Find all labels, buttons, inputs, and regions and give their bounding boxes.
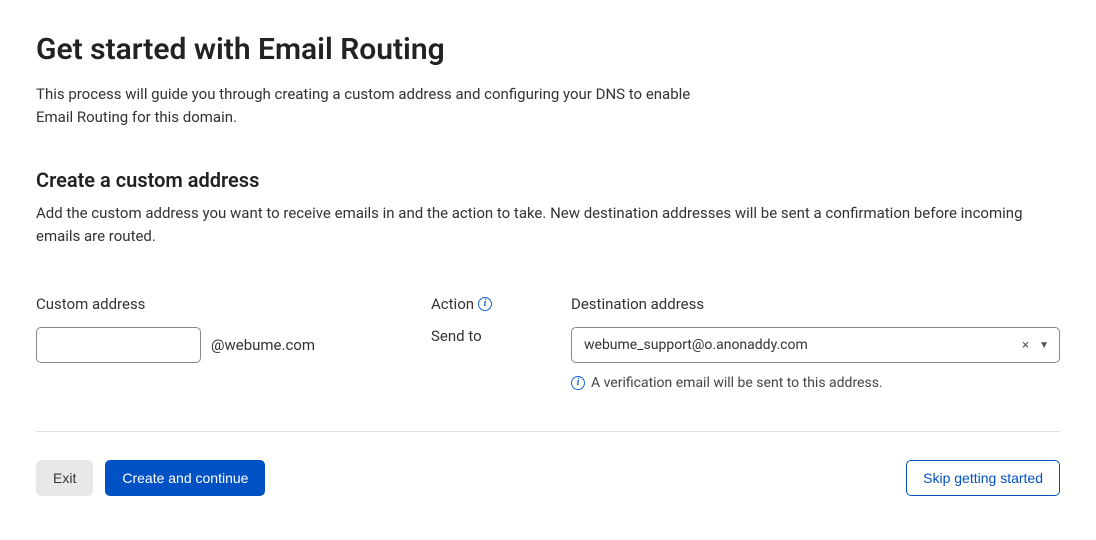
form-row: Custom address @webume.com Action i Send… — [36, 295, 1060, 391]
verification-note: i A verification email will be sent to t… — [571, 375, 1060, 391]
skip-button[interactable]: Skip getting started — [906, 460, 1060, 496]
action-value: Send to — [431, 327, 571, 345]
destination-value: webume_support@o.anonaddy.com — [584, 337, 808, 353]
custom-input-row: @webume.com — [36, 327, 431, 363]
exit-button[interactable]: Exit — [36, 460, 93, 496]
custom-address-label: Custom address — [36, 295, 431, 313]
page-description: This process will guide you through crea… — [36, 83, 696, 128]
domain-suffix: @webume.com — [211, 336, 315, 354]
info-icon[interactable]: i — [478, 297, 492, 311]
info-icon: i — [571, 376, 585, 390]
custom-address-column: Custom address @webume.com — [36, 295, 431, 391]
section-title: Create a custom address — [36, 168, 1060, 192]
verification-note-text: A verification email will be sent to thi… — [591, 375, 883, 391]
action-label-text: Action — [431, 295, 474, 313]
footer-left: Exit Create and continue — [36, 460, 265, 496]
footer: Exit Create and continue Skip getting st… — [36, 460, 1060, 496]
page-title: Get started with Email Routing — [36, 32, 1060, 67]
clear-icon[interactable]: × — [1022, 338, 1029, 353]
destination-select[interactable]: webume_support@o.anonaddy.com × ▼ — [571, 327, 1060, 363]
destination-column: Destination address webume_support@o.ano… — [571, 295, 1060, 391]
destination-controls: × ▼ — [1022, 338, 1049, 353]
custom-address-input[interactable] — [36, 327, 201, 363]
destination-label: Destination address — [571, 295, 1060, 313]
create-continue-button[interactable]: Create and continue — [105, 460, 265, 496]
action-column: Action i Send to — [431, 295, 571, 391]
chevron-down-icon[interactable]: ▼ — [1039, 340, 1049, 351]
divider — [36, 431, 1060, 432]
section-description: Add the custom address you want to recei… — [36, 202, 1060, 247]
action-label: Action i — [431, 295, 571, 313]
